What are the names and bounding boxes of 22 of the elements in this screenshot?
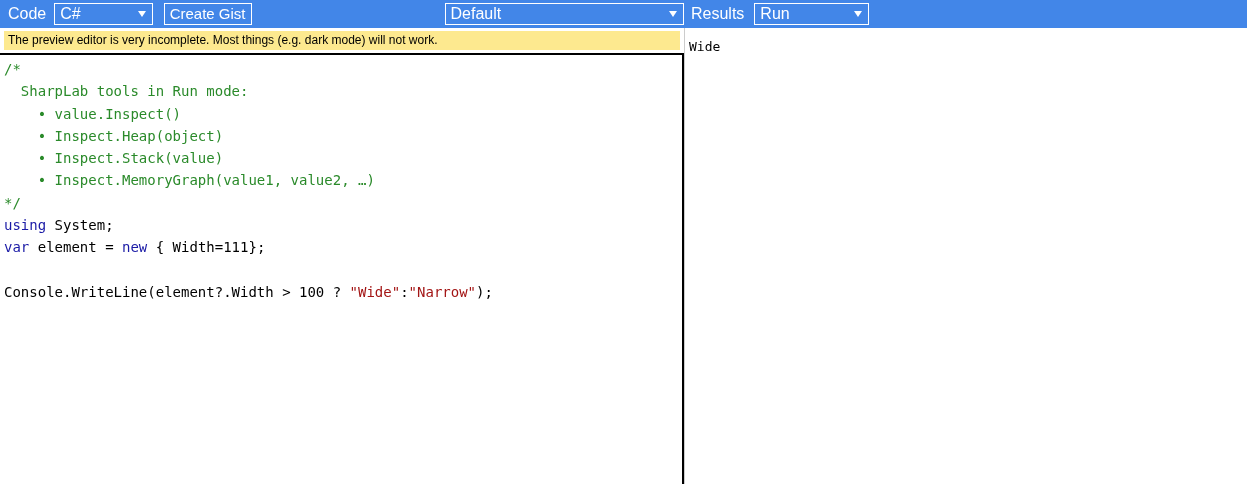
caret-icon bbox=[854, 11, 863, 17]
code-editor[interactable] bbox=[0, 53, 684, 484]
language-select[interactable]: C# bbox=[54, 3, 153, 25]
create-gist-button[interactable]: Create Gist bbox=[163, 3, 252, 25]
preview-notice: The preview editor is very incomplete. Most things (e.g. dark mode) will not work. bbox=[4, 31, 680, 50]
branch-select[interactable]: Default bbox=[444, 3, 684, 25]
code-line: • Inspect.MemoryGraph(value1, value2, …) bbox=[36, 171, 375, 191]
code-line: • value.Inspect() bbox=[36, 104, 181, 124]
code-line: Console.WriteLine(element?.Width > 100 ? "Wide":"Narrow"); bbox=[3, 282, 493, 302]
code-label: Code bbox=[7, 5, 48, 23]
code-line: • Inspect.Stack(value) bbox=[36, 149, 224, 169]
output-text: Wide bbox=[689, 39, 721, 54]
code-line: */ bbox=[3, 193, 21, 213]
mode-select[interactable]: Run bbox=[754, 3, 870, 25]
code-line: /* bbox=[3, 60, 21, 79]
code-line: var element = new { Width=111}; bbox=[3, 238, 266, 258]
code-line: using System; bbox=[3, 216, 114, 236]
results-label: Results bbox=[690, 5, 746, 23]
caret-icon bbox=[669, 11, 677, 17]
caret-icon bbox=[137, 11, 146, 17]
code-line: SharpLab tools in Run mode: bbox=[19, 82, 249, 102]
code-line: • Inspect.Heap(object) bbox=[36, 126, 224, 146]
